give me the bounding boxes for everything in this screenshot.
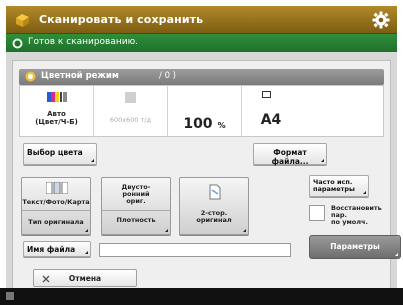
color-mode-icon xyxy=(25,71,36,82)
zoom-value: 100 xyxy=(183,116,213,132)
bottom-bar xyxy=(0,288,403,305)
zoom-setting: 100 % xyxy=(168,86,242,136)
duplex-original-button[interactable]: 2-стор. оригинал xyxy=(179,177,249,235)
cancel-button[interactable]: Отмена xyxy=(33,269,137,287)
frequently-used-button[interactable]: Часто исп. параметры xyxy=(309,175,369,197)
original-type-icon xyxy=(46,182,68,194)
cancel-label: Отмена xyxy=(68,274,102,283)
restore-defaults-checkbox[interactable] xyxy=(309,205,325,221)
page-title: Сканировать и сохранить xyxy=(39,13,204,26)
status-icon xyxy=(6,292,14,300)
resolution-setting: 600x600 т/д xyxy=(94,86,168,136)
color-mode-bar: Цветной режим / 0 ) xyxy=(19,69,384,85)
settings-panel: Цветной режим / 0 ) Авто (Цвет/Ч-Б) 600x… xyxy=(12,60,401,294)
density-label: Плотность xyxy=(116,216,156,224)
duplex-original-label: 2-стор. оригинал xyxy=(196,209,232,224)
dropdown-corner-icon xyxy=(321,159,324,162)
status-message: Готов к сканированию. xyxy=(28,37,139,47)
dropdown-corner-icon xyxy=(91,159,94,162)
status-bar: Готов к сканированию. xyxy=(6,34,397,52)
file-name-input[interactable] xyxy=(99,243,291,257)
restore-defaults-label: Восстановить пар. по умолч. xyxy=(331,204,382,226)
resolution-label: 600x600 т/д xyxy=(109,116,152,124)
color-setting-label: Авто (Цвет/Ч-Б) xyxy=(35,110,78,126)
paper-icon xyxy=(262,91,271,98)
original-type-label: Тип оригинала xyxy=(28,218,84,226)
two-sided-original-icon xyxy=(209,184,221,200)
zoom-unit: % xyxy=(217,121,226,130)
parameters-button[interactable]: Параметры xyxy=(309,235,401,259)
duplex-density-button[interactable]: Двусто- ронний ориг. Плотность xyxy=(101,177,171,235)
gear-icon[interactable] xyxy=(372,11,390,29)
page-count: / 0 ) xyxy=(159,71,176,81)
file-name-button[interactable]: Имя файла xyxy=(23,241,91,257)
current-settings-strip: Авто (Цвет/Ч-Б) 600x600 т/д 100 % A4 xyxy=(19,85,384,137)
paper-size-label: A4 xyxy=(260,112,282,128)
color-mode-label: Цветной режим xyxy=(41,71,119,81)
color-setting: Авто (Цвет/Ч-Б) xyxy=(20,86,94,136)
paper-size-setting: A4 xyxy=(242,86,384,136)
duplex-label: Двусто- ронний ориг. xyxy=(121,183,151,205)
parameters-label: Параметры xyxy=(330,242,380,251)
header-bar: Сканировать и сохранить xyxy=(6,6,397,34)
original-type-value: Текст/Фото/Карта xyxy=(22,198,90,206)
file-format-button[interactable]: Формат файла... xyxy=(253,143,327,166)
original-type-button[interactable]: Текст/Фото/Карта Тип оригинала xyxy=(21,177,91,235)
color-bars-icon xyxy=(47,92,67,102)
screen: Сканировать и сохранить Готов к сканиров… xyxy=(6,6,401,294)
resolution-icon xyxy=(125,92,136,103)
scan-save-app-icon xyxy=(16,14,29,27)
select-color-button[interactable]: Выбор цвета xyxy=(23,143,97,165)
info-icon xyxy=(12,38,23,49)
